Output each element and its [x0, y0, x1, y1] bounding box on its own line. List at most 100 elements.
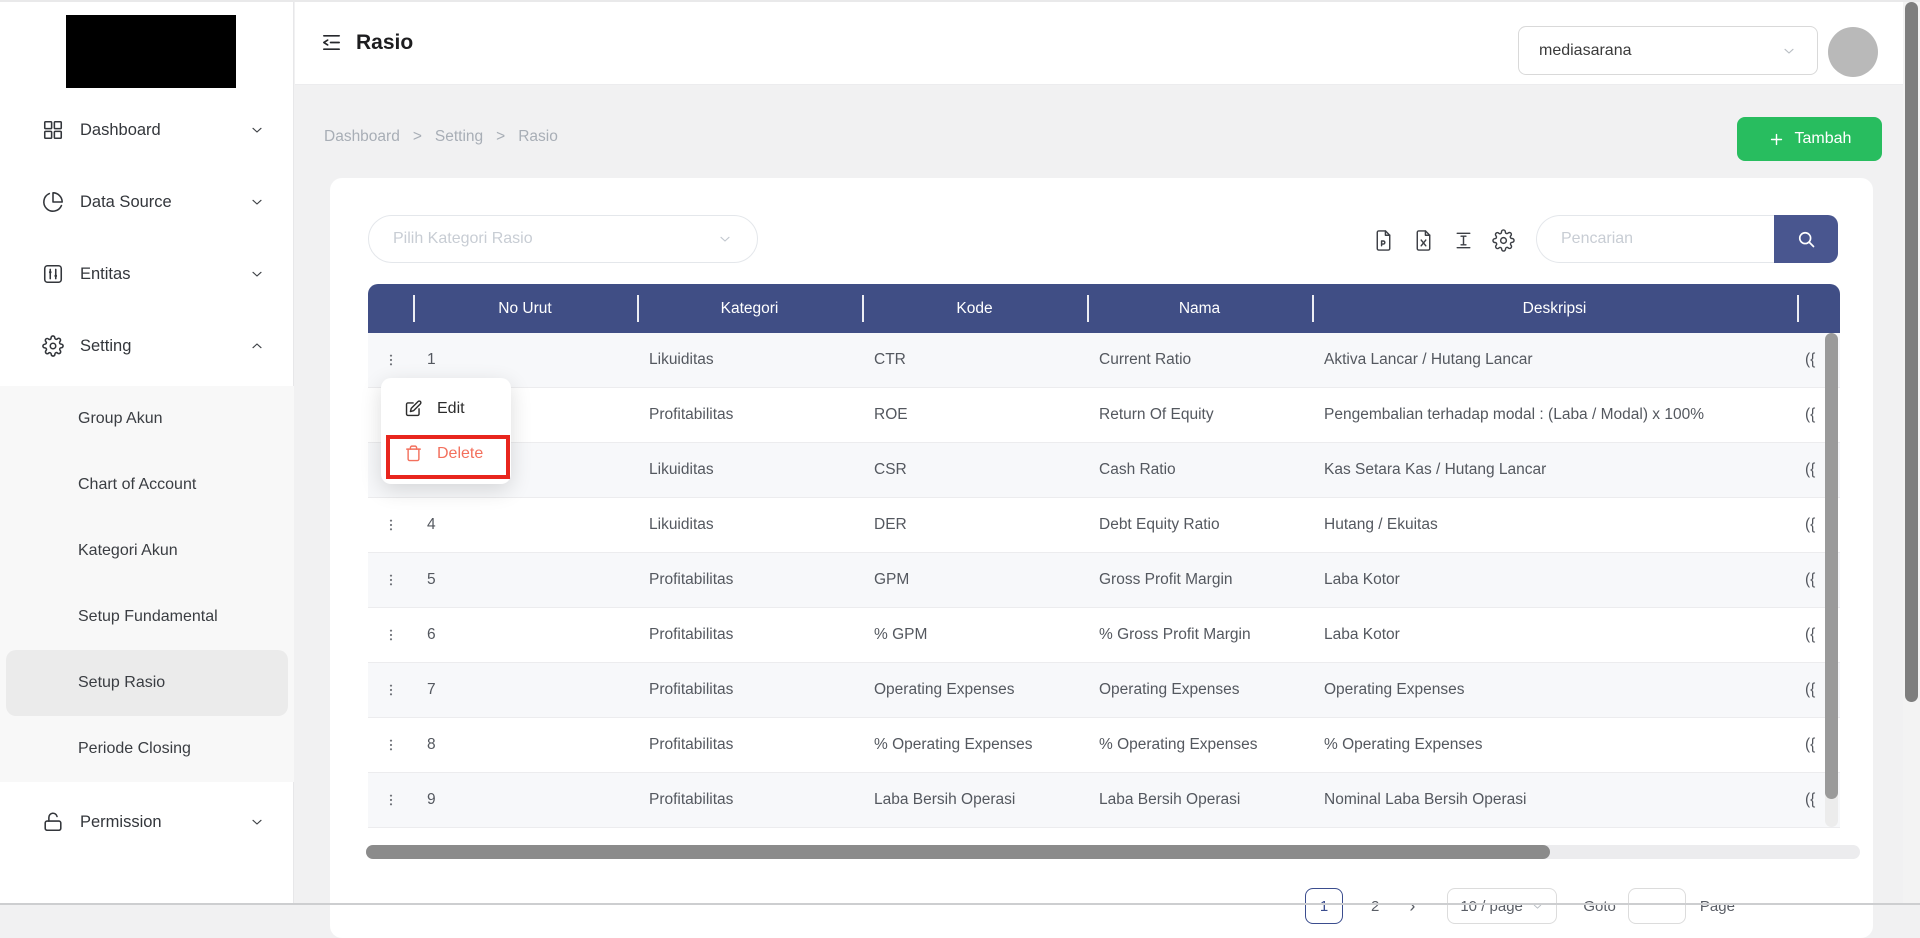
sidebar-item-setup-rasio[interactable]: Setup Rasio — [6, 650, 288, 716]
app-logo[interactable] — [66, 15, 236, 88]
search-button[interactable] — [1774, 215, 1838, 263]
sidebar-item-setting[interactable]: Setting — [0, 310, 293, 382]
pagination-page-1[interactable]: 1 — [1305, 888, 1343, 924]
gear-icon — [42, 335, 64, 357]
sidebar-item-setup-fundamental[interactable]: Setup Fundamental — [0, 584, 294, 650]
cell-no-urut: 7 — [413, 681, 637, 699]
row-menu-button[interactable] — [379, 623, 403, 647]
chevron-down-icon — [249, 122, 265, 138]
row-menu-button[interactable] — [379, 733, 403, 757]
breadcrumb-separator: > — [496, 128, 505, 146]
setting-submenu: Group Akun Chart of Account Kategori Aku… — [0, 386, 294, 782]
cell-deskripsi: Aktiva Lancar / Hutang Lancar — [1312, 351, 1797, 369]
tenant-select[interactable]: mediasarana — [1518, 26, 1818, 75]
cell-nama: Cash Ratio — [1087, 461, 1312, 479]
cell-nama: % Gross Profit Margin — [1087, 626, 1312, 644]
cell-kategori: Likuiditas — [637, 461, 862, 479]
table-horizontal-scrollbar-thumb[interactable] — [366, 845, 1550, 859]
sidebar-item-data-source[interactable]: Data Source — [0, 166, 293, 238]
row-actions-cell — [368, 788, 413, 812]
category-filter-placeholder: Pilih Kategori Rasio — [393, 230, 533, 248]
table-row: 5 Profitabilitas GPM Gross Profit Margin… — [368, 553, 1840, 608]
sidebar-item-dashboard[interactable]: Dashboard — [0, 94, 293, 166]
cell-kode: % GPM — [862, 626, 1087, 644]
table-row: 8 Profitabilitas % Operating Expenses % … — [368, 718, 1840, 773]
pie-chart-icon — [42, 191, 64, 213]
pagination-next-button[interactable]: › — [1409, 896, 1415, 917]
cell-kategori: Profitabilitas — [637, 571, 862, 589]
table-row: 3 Likuiditas CSR Cash Ratio Kas Setara K… — [368, 443, 1840, 498]
export-excel-button[interactable] — [1412, 229, 1435, 252]
row-actions-cell — [368, 568, 413, 592]
cell-kode: % Operating Expenses — [862, 736, 1087, 754]
sidebar-item-label: Permission — [80, 813, 162, 832]
sidebar-item-permission[interactable]: Permission — [0, 786, 293, 858]
sub-item-label: Setup Fundamental — [78, 608, 218, 626]
rasio-table: No Urut Kategori Kode Nama Deskripsi 1 L… — [368, 284, 1840, 828]
cell-nama: % Operating Expenses — [1087, 736, 1312, 754]
gear-icon — [1492, 229, 1515, 252]
trash-icon — [404, 444, 423, 463]
export-pdf-button[interactable] — [1372, 229, 1395, 252]
cell-nama: Current Ratio — [1087, 351, 1312, 369]
page-scrollbar[interactable] — [1903, 0, 1920, 905]
page-title: Rasio — [356, 31, 413, 55]
row-menu-button[interactable] — [379, 513, 403, 537]
category-filter-select[interactable]: Pilih Kategori Rasio — [368, 215, 758, 263]
table-vertical-scrollbar[interactable] — [1825, 333, 1838, 827]
sidebar-item-kategori-akun[interactable]: Kategori Akun — [0, 518, 294, 584]
table-header-nama: Nama — [1087, 284, 1312, 333]
search-input[interactable] — [1536, 215, 1774, 263]
cell-no-urut: 9 — [413, 791, 637, 809]
text-height-button[interactable] — [1452, 229, 1475, 252]
search-icon — [1796, 229, 1816, 249]
cell-kategori: Profitabilitas — [637, 736, 862, 754]
table-settings-button[interactable] — [1492, 229, 1515, 252]
table-header-no-urut: No Urut — [413, 284, 637, 333]
page-size-select[interactable]: 10 / page — [1447, 888, 1557, 924]
goto-page-input[interactable] — [1628, 888, 1686, 924]
goto-label: Goto — [1583, 898, 1616, 915]
add-button[interactable]: Tambah — [1737, 117, 1882, 161]
sidebar-item-chart-of-account[interactable]: Chart of Account — [0, 452, 294, 518]
page-size-value: 10 / page — [1460, 898, 1523, 915]
row-menu-button[interactable] — [379, 568, 403, 592]
chevron-up-icon — [249, 338, 265, 354]
breadcrumb: Dashboard > Setting > Rasio — [324, 128, 558, 146]
dashboard-grid-icon — [42, 119, 64, 141]
file-excel-icon — [1412, 229, 1435, 252]
sidebar-item-group-akun[interactable]: Group Akun — [0, 386, 294, 452]
row-menu-button[interactable] — [379, 678, 403, 702]
tenant-select-value: mediasarana — [1539, 42, 1632, 60]
menu-fold-icon[interactable] — [320, 31, 343, 54]
cell-kategori: Profitabilitas — [637, 681, 862, 699]
sub-item-label: Chart of Account — [78, 476, 196, 494]
breadcrumb-dashboard[interactable]: Dashboard — [324, 128, 400, 146]
window-top-edge — [0, 0, 1920, 2]
context-menu-delete[interactable]: Delete — [381, 431, 511, 476]
edit-icon — [404, 399, 423, 418]
cell-deskripsi: % Operating Expenses — [1312, 736, 1797, 754]
breadcrumb-setting[interactable]: Setting — [435, 128, 483, 146]
sidebar-nav-bottom: Permission — [0, 786, 293, 858]
content-card: Pilih Kategori Rasio No Urut Kategori Ko… — [330, 178, 1873, 938]
row-menu-button[interactable] — [379, 348, 403, 372]
sidebar-item-periode-closing[interactable]: Periode Closing — [0, 716, 294, 782]
cell-kode: Laba Bersih Operasi — [862, 791, 1087, 809]
pagination-page-2[interactable]: 2 — [1371, 898, 1379, 915]
table-header-row: No Urut Kategori Kode Nama Deskripsi — [368, 284, 1840, 333]
page-scrollbar-thumb[interactable] — [1905, 2, 1918, 702]
row-menu-button[interactable] — [379, 788, 403, 812]
breadcrumb-current: Rasio — [518, 128, 558, 146]
sidebar-item-entitas[interactable]: Entitas — [0, 238, 293, 310]
chevron-down-icon — [717, 231, 733, 247]
chevron-down-icon — [1781, 43, 1797, 59]
user-avatar[interactable] — [1828, 27, 1878, 77]
row-actions-cell — [368, 733, 413, 757]
table-horizontal-scrollbar[interactable] — [366, 845, 1860, 859]
table-vertical-scrollbar-thumb[interactable] — [1825, 333, 1838, 799]
row-actions-cell — [368, 678, 413, 702]
row-actions-cell — [368, 348, 413, 372]
cell-deskripsi: Nominal Laba Bersih Operasi — [1312, 791, 1797, 809]
context-menu-edit[interactable]: Edit — [381, 386, 511, 431]
